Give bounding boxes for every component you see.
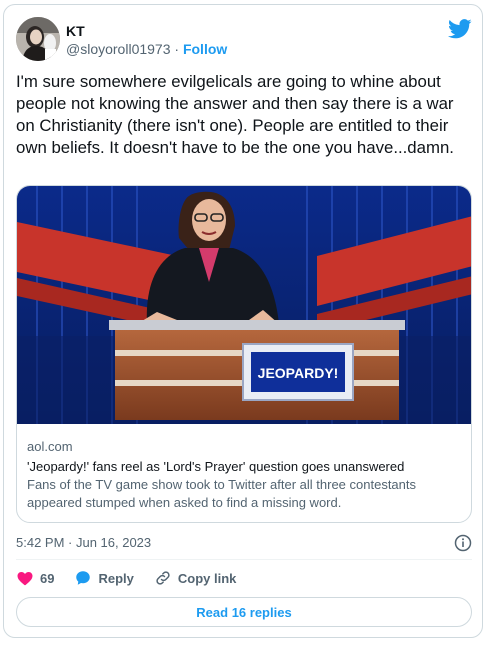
follow-button[interactable]: Follow <box>183 41 227 57</box>
display-name[interactable]: KT <box>66 22 227 40</box>
link-description: Fans of the TV game show took to Twitter… <box>27 477 416 510</box>
reply-bubble-icon <box>76 571 91 585</box>
heart-icon <box>17 572 33 586</box>
tweet-text: I'm sure somewhere evilgelicals are goin… <box>16 72 459 157</box>
like-count: 69 <box>40 570 55 586</box>
handle-separator: · <box>170 41 183 57</box>
like-button[interactable]: 69 <box>16 569 54 587</box>
handle[interactable]: @sloyoroll01973 <box>66 41 171 57</box>
author-info: KT @sloyoroll01973 · Follow <box>66 22 227 58</box>
action-bar: 69 Reply Copy link <box>16 567 236 589</box>
handle-line: @sloyoroll01973 · Follow <box>66 40 227 58</box>
reply-label: Reply <box>98 570 134 586</box>
link-domain: aol.com <box>27 439 73 454</box>
info-icon[interactable] <box>454 534 472 552</box>
avatar-photo <box>16 17 60 61</box>
twitter-bird-icon[interactable] <box>448 19 472 39</box>
podium-logo-text: JEOPARDY! <box>258 365 339 381</box>
avatar[interactable] <box>16 17 60 61</box>
divider <box>16 559 472 560</box>
link-title: 'Jeopardy!' fans reel as 'Lord's Prayer'… <box>27 459 405 474</box>
timestamp[interactable]: 5:42 PM · Jun 16, 2023 <box>16 535 151 550</box>
link-preview-image: JEOPARDY! <box>17 186 471 424</box>
read-replies-button[interactable]: Read 16 replies <box>16 597 472 627</box>
link-icon <box>156 571 170 585</box>
link-meta: aol.com 'Jeopardy!' fans reel as 'Lord's… <box>27 438 463 512</box>
copy-link-label: Copy link <box>177 570 237 586</box>
reply-button[interactable]: Reply <box>74 569 134 587</box>
tweet-header: KT @sloyoroll01973 · Follow <box>16 17 472 63</box>
tweet-card: KT @sloyoroll01973 · Follow I'm sure som… <box>3 4 483 638</box>
link-preview-card[interactable]: JEOPARDY! aol.com 'Jeopardy!' fans reel … <box>16 185 472 523</box>
copy-link-button[interactable]: Copy link <box>154 569 237 587</box>
timestamp-row: 5:42 PM · Jun 16, 2023 <box>16 533 472 553</box>
